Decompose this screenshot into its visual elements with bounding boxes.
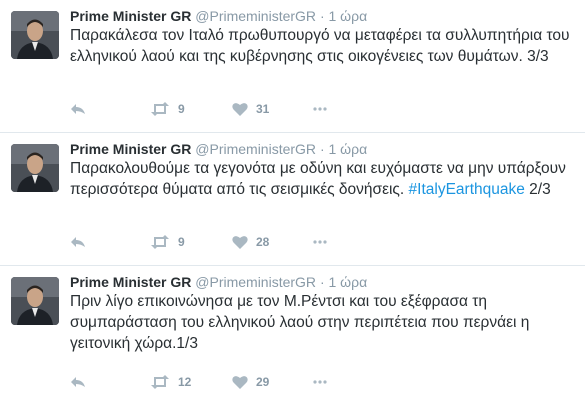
tweet-suffix: 2/3 [524,181,551,198]
tweet-actions: 9 31 [70,100,328,118]
retweet-count: 9 [178,102,185,116]
retweet-button[interactable]: 9 [150,235,232,249]
tweet-timestamp[interactable]: 1 ώρα [329,141,368,157]
timeline: Prime Minister GR @PrimeministerGR · 1 ώ… [0,0,585,405]
like-count: 31 [256,102,270,116]
reply-icon [71,377,85,387]
heart-icon [232,103,248,116]
avatar[interactable] [11,11,59,59]
separator-dot: · [319,8,325,24]
reply-icon [71,104,85,114]
avatar[interactable] [11,277,59,325]
user-handle[interactable]: @PrimeministerGR [195,274,316,290]
retweet-button[interactable]: 9 [150,102,232,116]
heart-icon [232,376,248,389]
display-name[interactable]: Prime Minister GR [70,8,191,24]
retweet-icon [151,235,169,249]
tweet-text: Παρακολουθούμε τα γεγονότα με οδύνη και … [70,158,575,200]
more-dots-icon [313,380,327,384]
more-dots-icon [313,107,327,111]
avatar-image [11,277,59,325]
retweet-icon [151,375,169,389]
tweet-header: Prime Minister GR @PrimeministerGR · 1 ώ… [70,140,367,158]
tweet-timestamp[interactable]: 1 ώρα [329,274,368,290]
avatar[interactable] [11,144,59,192]
tweet-header: Prime Minister GR @PrimeministerGR · 1 ώ… [70,273,367,291]
tweet-body: Παρακάλεσα τον Ιταλό πρωθυπουργό να μετα… [70,27,570,65]
user-handle[interactable]: @PrimeministerGR [195,8,316,24]
retweet-button[interactable]: 12 [150,375,232,389]
tweet[interactable]: Prime Minister GR @PrimeministerGR · 1 ώ… [0,0,585,133]
like-button[interactable]: 31 [232,102,312,116]
tweet-actions: 9 28 [70,233,328,251]
separator-dot: · [319,274,325,290]
user-handle[interactable]: @PrimeministerGR [195,141,316,157]
more-button[interactable] [312,235,328,249]
reply-icon [71,237,85,247]
tweet-header: Prime Minister GR @PrimeministerGR · 1 ώ… [70,7,367,25]
heart-icon [232,236,248,249]
retweet-count: 9 [178,235,185,249]
tweet-text: Πριν λίγο επικοινώνησα με τον Μ.Ρέντσι κ… [70,291,575,354]
separator-dot: · [319,141,325,157]
more-button[interactable] [312,102,328,116]
more-button[interactable] [312,375,328,389]
reply-button[interactable] [70,235,150,249]
avatar-image [11,11,59,59]
like-button[interactable]: 29 [232,375,312,389]
display-name[interactable]: Prime Minister GR [70,274,191,290]
tweet[interactable]: Prime Minister GR @PrimeministerGR · 1 ώ… [0,133,585,266]
more-dots-icon [313,240,327,244]
like-count: 29 [256,375,270,389]
avatar-image [11,144,59,192]
reply-button[interactable] [70,375,150,389]
tweet-actions: 12 29 [70,373,328,391]
retweet-count: 12 [178,375,192,389]
tweet[interactable]: Prime Minister GR @PrimeministerGR · 1 ώ… [0,266,585,405]
tweet-body: Πριν λίγο επικοινώνησα με τον Μ.Ρέντσι κ… [70,293,530,352]
display-name[interactable]: Prime Minister GR [70,141,191,157]
like-button[interactable]: 28 [232,235,312,249]
reply-button[interactable] [70,102,150,116]
like-count: 28 [256,235,270,249]
tweet-text: Παρακάλεσα τον Ιταλό πρωθυπουργό να μετα… [70,25,575,67]
tweet-timestamp[interactable]: 1 ώρα [329,8,368,24]
retweet-icon [151,102,169,116]
hashtag-link[interactable]: #ItalyEarthquake [409,181,525,198]
